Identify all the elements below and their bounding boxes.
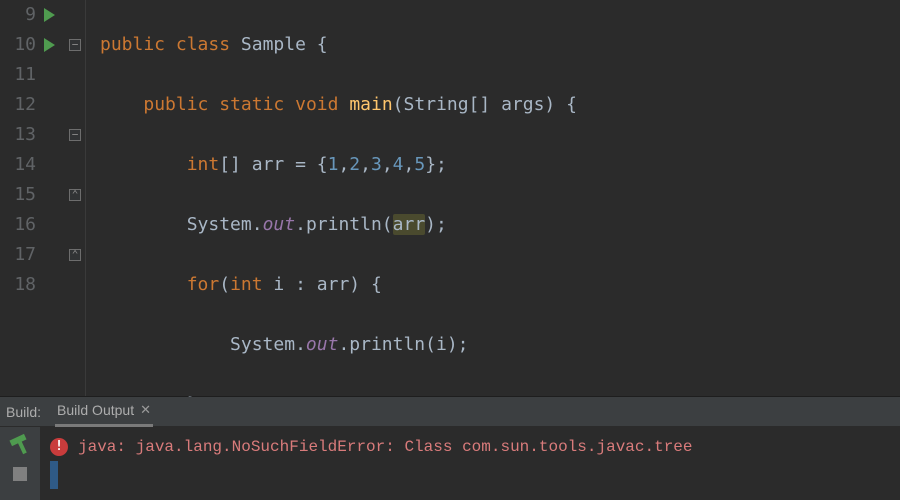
keyword: class xyxy=(176,34,230,55)
identifier: i xyxy=(273,274,284,295)
class-name: Sample xyxy=(241,34,306,55)
error-message: java: java.lang.NoSuchFieldError: Class … xyxy=(78,432,693,462)
build-panel: Build: Build Output ✕ ! java: java.lang.… xyxy=(0,396,900,500)
method-call: println xyxy=(349,334,425,355)
line-number: 17 xyxy=(0,240,40,270)
keyword: public xyxy=(143,94,208,115)
line-number-gutter: 9 10 11 12 13 14 15 16 17 18 xyxy=(0,0,40,396)
line-number: 12 xyxy=(0,90,40,120)
line-number: 14 xyxy=(0,150,40,180)
line-number: 15 xyxy=(0,180,40,210)
selection-row xyxy=(50,461,890,489)
class-ref: System xyxy=(187,214,252,235)
param: args xyxy=(501,94,544,115)
number: 4 xyxy=(393,154,404,175)
build-label: Build: xyxy=(6,397,41,427)
fold-toggle-icon[interactable]: − xyxy=(69,129,81,141)
fold-toggle-icon[interactable]: − xyxy=(69,39,81,51)
identifier-highlight: arr xyxy=(393,214,426,235)
keyword: int xyxy=(187,154,220,175)
keyword: void xyxy=(295,94,338,115)
error-row[interactable]: ! java: java.lang.NoSuchFieldError: Clas… xyxy=(50,433,890,461)
error-icon: ! xyxy=(50,438,68,456)
identifier: arr xyxy=(252,154,285,175)
tab-label: Build Output xyxy=(57,395,134,425)
line-number: 18 xyxy=(0,270,40,300)
number: 5 xyxy=(414,154,425,175)
identifier: i xyxy=(436,334,447,355)
tab-build-output[interactable]: Build Output ✕ xyxy=(55,397,153,427)
code-area[interactable]: public class Sample { public static void… xyxy=(86,0,631,396)
build-toolbar xyxy=(0,427,40,500)
field: out xyxy=(263,214,296,235)
field: out xyxy=(306,334,339,355)
identifier: arr xyxy=(317,274,350,295)
line-number: 9 xyxy=(0,0,40,30)
fold-close-icon[interactable]: ⌃ xyxy=(69,249,81,261)
run-icon[interactable] xyxy=(44,8,55,22)
run-gutter xyxy=(40,0,66,396)
line-number: 13 xyxy=(0,120,40,150)
code-editor[interactable]: 9 10 11 12 13 14 15 16 17 18 − − ⌃ ⌃ pub… xyxy=(0,0,900,396)
keyword: static xyxy=(219,94,284,115)
number: 1 xyxy=(328,154,339,175)
close-icon[interactable]: ✕ xyxy=(140,395,151,425)
fold-gutter: − − ⌃ ⌃ xyxy=(66,0,86,396)
type: String xyxy=(404,94,469,115)
method-call: println xyxy=(306,214,382,235)
keyword: for xyxy=(187,274,220,295)
line-number: 16 xyxy=(0,210,40,240)
hammer-icon[interactable] xyxy=(10,435,30,455)
stop-icon[interactable] xyxy=(13,467,27,481)
build-messages[interactable]: ! java: java.lang.NoSuchFieldError: Clas… xyxy=(40,427,900,500)
method: main xyxy=(349,94,392,115)
class-ref: System xyxy=(230,334,295,355)
build-tabs: Build: Build Output ✕ xyxy=(0,397,900,427)
selection-bar xyxy=(50,461,58,489)
fold-close-icon[interactable]: ⌃ xyxy=(69,189,81,201)
number: 2 xyxy=(349,154,360,175)
keyword: public xyxy=(100,34,165,55)
line-number: 11 xyxy=(0,60,40,90)
run-icon[interactable] xyxy=(44,38,55,52)
line-number: 10 xyxy=(0,30,40,60)
number: 3 xyxy=(371,154,382,175)
keyword: int xyxy=(230,274,263,295)
